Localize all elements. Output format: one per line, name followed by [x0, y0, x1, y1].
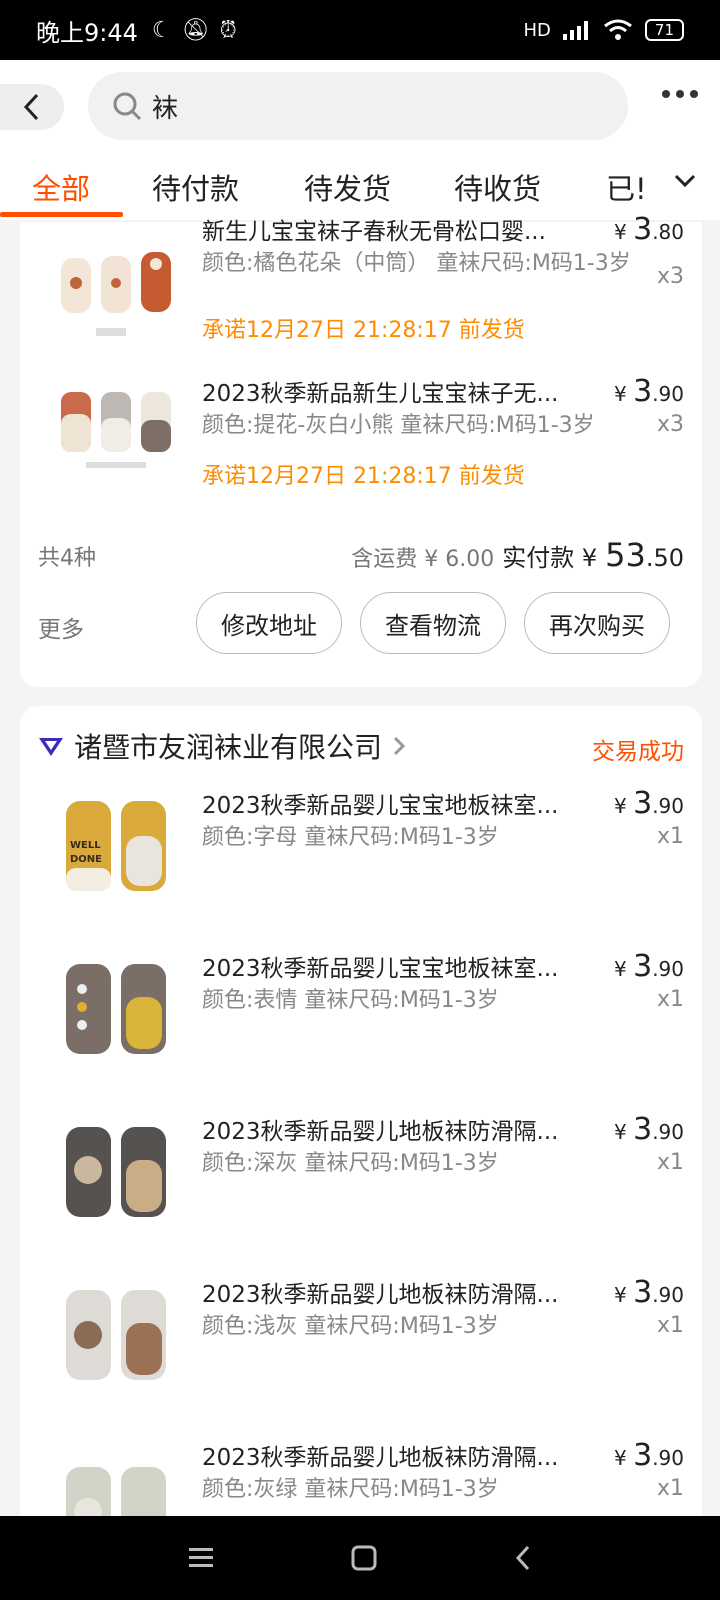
search-input[interactable]: 袜: [88, 72, 628, 140]
mute-icon: 🔕︎: [181, 17, 210, 43]
signal-icon: [562, 21, 588, 40]
item-price: ¥ 3.90: [614, 1275, 684, 1310]
system-nav-bar: [0, 1516, 720, 1600]
item-title: 2023秋季新品婴儿地板袜防滑隔...: [202, 1119, 559, 1145]
item-spec: 颜色:表情 童袜尺码:M码1-3岁: [202, 988, 499, 1013]
product-thumbnail: [61, 252, 171, 336]
item-spec: 颜色:深灰 童袜尺码:M码1-3岁: [202, 1151, 499, 1176]
search-query: 袜: [152, 93, 179, 124]
item-price: ¥ 3.90: [614, 1112, 684, 1147]
header: 袜 全部 待付款 待发货 待收货 已!: [0, 60, 720, 220]
chevron-right-icon: [393, 736, 406, 756]
item-count: 共4种: [38, 546, 96, 571]
order-total: 含运费 ¥ 6.00 实付款 ¥ 53.50: [351, 536, 684, 574]
shop-name: 诸暨市友润袜业有限公司: [74, 731, 383, 764]
item-title: 2023秋季新品新生儿宝宝袜子无...: [202, 381, 559, 407]
alarm-icon: ⏰︎: [219, 17, 237, 43]
svg-text:WELL: WELL: [70, 840, 101, 851]
item-price: ¥ 3.90: [614, 786, 684, 821]
network-label: HD: [523, 19, 551, 41]
item-title: 2023秋季新品婴儿地板袜防滑隔...: [202, 1445, 559, 1471]
tab-done[interactable]: 已!: [606, 166, 660, 208]
search-icon: [113, 92, 142, 121]
more-icon[interactable]: [662, 90, 698, 98]
more-link[interactable]: 更多: [38, 610, 84, 644]
item-qty: x1: [656, 1150, 684, 1175]
item-qty: x1: [656, 824, 684, 849]
ship-promise: 承诺12月27日 21:28:17 前发货: [202, 318, 525, 343]
moon-icon: ☾: [151, 17, 172, 43]
wifi-icon: [603, 19, 632, 40]
shipping-fee: 含运费 ¥ 6.00: [351, 547, 495, 572]
item-spec: 颜色:提花-灰白小熊 童袜尺码:M码1-3岁: [202, 413, 595, 438]
home-icon[interactable]: [350, 1544, 378, 1572]
product-thumbnail: WELL DONE: [66, 801, 166, 891]
order-item[interactable]: 2023秋季新品婴儿宝宝地板袜室... ¥ 3.90 颜色:表情 童袜尺码:M码…: [20, 949, 702, 1099]
item-title: 2023秋季新品婴儿地板袜防滑隔...: [202, 1282, 559, 1308]
item-spec: 颜色:灰绿 童袜尺码:M码1-3岁: [202, 1477, 499, 1502]
product-thumbnail: [66, 1127, 166, 1217]
battery-icon: 71: [644, 19, 684, 41]
ship-promise: 承诺12月27日 21:28:17 前发货: [202, 464, 525, 489]
order-item[interactable]: 新生儿宝宝袜子春秋无骨松口婴... ¥ 3.80 颜色:橘色花朵（中筒） 童袜尺…: [20, 212, 702, 362]
item-qty: x1: [656, 1476, 684, 1501]
order-status: 交易成功: [592, 739, 684, 765]
item-qty: x3: [656, 412, 684, 437]
order-item[interactable]: 2023秋季新品婴儿地板袜防滑隔... ¥ 3.90 颜色:浅灰 童袜尺码:M码…: [20, 1275, 702, 1425]
buy-again-button[interactable]: 再次购买: [524, 592, 670, 654]
item-title: 2023秋季新品婴儿宝宝地板袜室...: [202, 956, 559, 982]
item-price: ¥ 3.90: [614, 374, 684, 409]
order-item[interactable]: 2023秋季新品婴儿地板袜防滑隔... ¥ 3.90 颜色:深灰 童袜尺码:M码…: [20, 1112, 702, 1262]
tab-to-receive[interactable]: 待收货: [454, 166, 541, 208]
item-qty: x3: [656, 264, 684, 289]
shop-link[interactable]: 诸暨市友润袜业有限公司: [38, 726, 406, 766]
back-nav-icon[interactable]: [513, 1544, 533, 1572]
menu-icon[interactable]: [187, 1546, 215, 1570]
order-card: 新生儿宝宝袜子春秋无骨松口婴... ¥ 3.80 颜色:橘色花朵（中筒） 童袜尺…: [20, 212, 702, 687]
item-title: 新生儿宝宝袜子春秋无骨松口婴...: [202, 219, 546, 245]
item-price: ¥ 3.90: [614, 949, 684, 984]
item-spec: 颜色:橘色花朵（中筒） 童袜尺码:M码1-3岁: [202, 251, 631, 276]
modify-address-button[interactable]: 修改地址: [196, 592, 342, 654]
order-item[interactable]: WELL DONE 2023秋季新品婴儿宝宝地板袜室... ¥ 3.90 颜色:…: [20, 786, 702, 936]
tab-all[interactable]: 全部: [32, 166, 90, 208]
item-title: 2023秋季新品婴儿宝宝地板袜室...: [202, 793, 559, 819]
back-button[interactable]: [0, 84, 64, 130]
svg-text:DONE: DONE: [70, 854, 102, 865]
paid-amount: 53: [605, 536, 646, 574]
back-icon: [23, 93, 39, 121]
item-spec: 颜色:浅灰 童袜尺码:M码1-3岁: [202, 1314, 499, 1339]
item-price: ¥ 3.90: [614, 1438, 684, 1473]
tab-to-ship[interactable]: 待发货: [304, 166, 391, 208]
status-time: 晚上9:44: [36, 18, 138, 47]
order-item[interactable]: 2023秋季新品新生儿宝宝袜子无... ¥ 3.90 颜色:提花-灰白小熊 童袜…: [20, 374, 702, 524]
paid-label: 实付款 ¥: [502, 544, 598, 572]
item-qty: x1: [656, 1313, 684, 1338]
item-qty: x1: [656, 987, 684, 1012]
chevron-down-icon[interactable]: [674, 174, 696, 188]
product-thumbnail: [66, 1290, 166, 1380]
status-bar: 晚上9:44 ☾ 🔕︎ ⏰︎ HD 71: [0, 0, 720, 60]
tab-to-pay[interactable]: 待付款: [152, 166, 239, 208]
item-spec: 颜色:字母 童袜尺码:M码1-3岁: [202, 825, 499, 850]
product-thumbnail: [66, 964, 166, 1054]
order-card: 诸暨市友润袜业有限公司 交易成功 WELL DONE 2023秋季新品婴儿宝宝地…: [20, 706, 702, 1536]
product-thumbnail: [61, 392, 171, 468]
view-logistics-button[interactable]: 查看物流: [360, 592, 506, 654]
shop-badge-icon: [39, 738, 63, 756]
item-price: ¥ 3.80: [614, 212, 684, 247]
order-tabs: 全部 待付款 待发货 待收货 已!: [0, 156, 720, 218]
